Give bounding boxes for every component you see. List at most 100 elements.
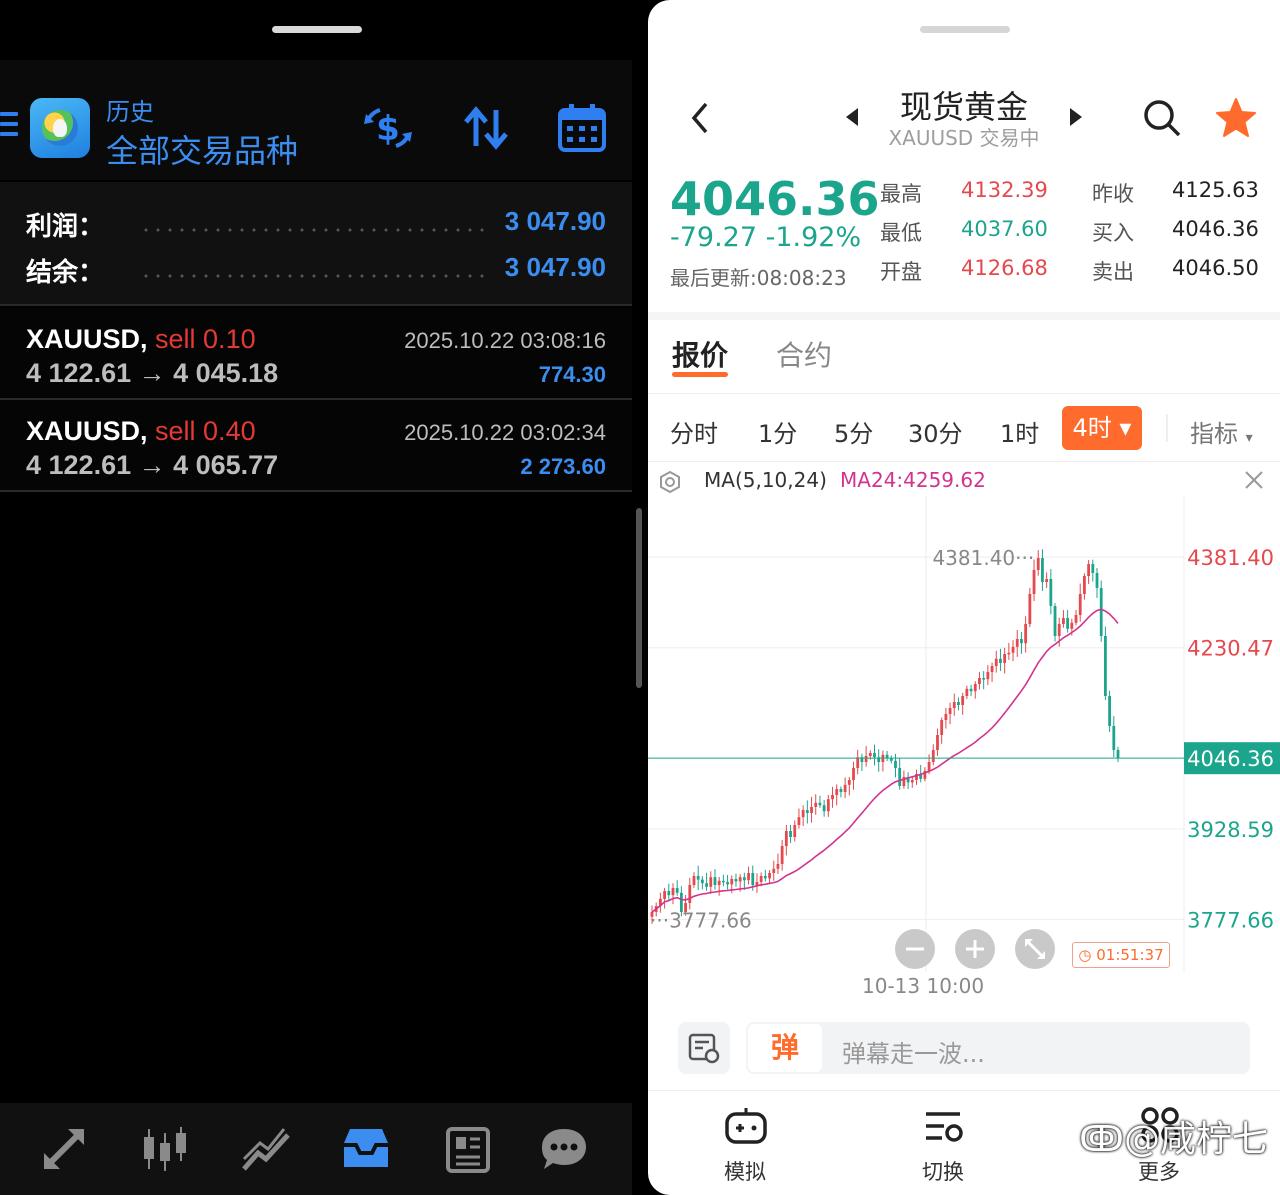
trade-date: 2025.10.22 03:08:16: [404, 328, 606, 353]
low-label: 最低: [880, 221, 922, 245]
candle-body: [768, 873, 771, 879]
gamepad-icon[interactable]: [724, 1106, 768, 1146]
trade-profit: 774.30: [538, 362, 606, 387]
high-label: 最高: [880, 182, 922, 206]
sort-icon[interactable]: [460, 102, 512, 154]
history-inbox-icon[interactable]: [340, 1123, 392, 1175]
zoom-out-icon[interactable]: [894, 928, 936, 970]
currency-exchange-icon[interactable]: $: [362, 102, 414, 154]
simulate-label[interactable]: 模拟: [724, 1156, 766, 1186]
news-icon[interactable]: [442, 1123, 494, 1175]
trade-prices: 4 122.61 → 4 065.77: [26, 450, 279, 480]
balance-value: 3 047.90: [504, 252, 606, 282]
trade-prices: 4 122.61 → 4 045.18: [26, 358, 279, 388]
period-4h-selected[interactable]: 4时 ▾: [1062, 406, 1142, 450]
drag-handle[interactable]: [920, 26, 1010, 33]
candle-body: [1028, 594, 1032, 624]
trade-row[interactable]: XAUUSD, sell 0.10 4 122.61 → 4 045.18 20…: [0, 308, 632, 400]
line-chart-icon[interactable]: [240, 1123, 292, 1175]
split-divider-handle[interactable]: [636, 508, 642, 688]
fullscreen-icon[interactable]: [1014, 928, 1056, 970]
candle-body: [990, 666, 994, 672]
drag-handle[interactable]: [272, 26, 362, 33]
candle-body: [1070, 622, 1074, 629]
menu-icon[interactable]: [0, 112, 20, 142]
candle-body: [793, 825, 797, 837]
tab-quote[interactable]: 报价: [672, 334, 728, 374]
close-icon[interactable]: [1244, 470, 1264, 490]
period-tick[interactable]: 分时: [670, 414, 718, 449]
open-value: 4126.68: [961, 256, 1048, 280]
open-label: 开盘: [880, 260, 922, 284]
candle-body: [957, 702, 960, 705]
switch-label[interactable]: 切换: [922, 1156, 964, 1186]
dotted-leader: [140, 274, 485, 278]
clock-icon: ◷: [1078, 946, 1092, 964]
candlestick-icon[interactable]: [138, 1123, 190, 1175]
period-1m[interactable]: 1分: [758, 414, 797, 449]
candle-body: [986, 672, 990, 680]
candle-body: [810, 807, 813, 813]
ma24-line: [651, 608, 1119, 913]
candle-body: [1095, 573, 1099, 588]
prev-close-value: 4125.63: [1172, 178, 1259, 202]
danmu-placeholder: 弹幕走一波...: [842, 1040, 985, 1068]
danmu-toggle[interactable]: [678, 1022, 730, 1074]
candle-body: [847, 780, 851, 785]
favorite-star-icon[interactable]: [1214, 96, 1258, 140]
candle-body: [780, 846, 784, 864]
y-tick-label: 4230.47: [1187, 637, 1274, 661]
danmu-badge: 弹: [748, 1024, 822, 1072]
candle-body: [852, 768, 855, 780]
trade-symbol: XAUUSD, sell 0.40: [26, 416, 256, 446]
account-summary: 利润： 3 047.90 结余： 3 047.90: [0, 182, 632, 306]
candle-body: [1011, 646, 1015, 653]
period-1h[interactable]: 1时: [1000, 414, 1039, 449]
candle-body: [717, 880, 721, 885]
danmu-settings-icon: [688, 1033, 720, 1064]
candle-body: [1078, 594, 1082, 615]
instrument-status: XAUUSD 交易中: [888, 126, 1040, 150]
bid-value: 4046.36: [1172, 217, 1259, 241]
mt5-history-panel: 历史 全部交易品种 $ 利润： 3 047.90 结余： 3 047.90 XA…: [0, 0, 632, 1195]
candle-body: [969, 688, 973, 692]
candle-body: [751, 873, 755, 885]
period-5m[interactable]: 5分: [834, 414, 873, 449]
candlestick-chart[interactable]: 4381.40 4230.47 4046.36 3928.59 3777.66 4381.…: [648, 496, 1280, 972]
candle-body: [1015, 639, 1019, 647]
candle-body: [1045, 579, 1049, 582]
candle-body: [873, 753, 876, 758]
candle-body: [948, 708, 952, 714]
tab-bar: [648, 320, 1280, 394]
search-icon[interactable]: [1142, 98, 1182, 138]
balance-row: 结余： 3 047.90: [0, 252, 632, 292]
tab-contract[interactable]: 合约: [776, 334, 832, 374]
candle-body: [772, 868, 776, 873]
chat-icon[interactable]: [538, 1123, 590, 1175]
candle-body: [755, 882, 759, 885]
candle-body: [961, 696, 965, 705]
candle-body: [671, 888, 675, 896]
candle-body: [994, 658, 998, 666]
settings-icon[interactable]: [658, 470, 682, 494]
candle-body: [1112, 726, 1116, 750]
trade-row[interactable]: XAUUSD, sell 0.40 4 122.61 → 4 065.77 20…: [0, 400, 632, 492]
price-change: -79.27 -1.92%: [670, 222, 862, 253]
candle-body: [927, 762, 931, 771]
candle-body: [1091, 564, 1095, 573]
candle-body: [868, 753, 872, 756]
candle-body: [835, 789, 839, 795]
ma-params: MA(5,10,24): [704, 468, 827, 492]
time-axis-label: 10-13 10:00: [862, 974, 985, 998]
trade-arrows-icon[interactable]: [38, 1123, 90, 1175]
period-30m[interactable]: 30分: [908, 414, 963, 449]
candle-countdown: ◷ 01:51:37: [1072, 942, 1170, 968]
calendar-icon[interactable]: [556, 102, 608, 154]
candle-body: [894, 760, 897, 768]
symbol-filter[interactable]: 全部交易品种: [106, 126, 298, 172]
switch-icon[interactable]: [922, 1106, 966, 1146]
candle-body: [1062, 618, 1065, 624]
zoom-in-icon[interactable]: [954, 928, 996, 970]
indicators-dropdown[interactable]: 指标 ▾: [1190, 414, 1253, 449]
section-divider: [648, 312, 1280, 320]
